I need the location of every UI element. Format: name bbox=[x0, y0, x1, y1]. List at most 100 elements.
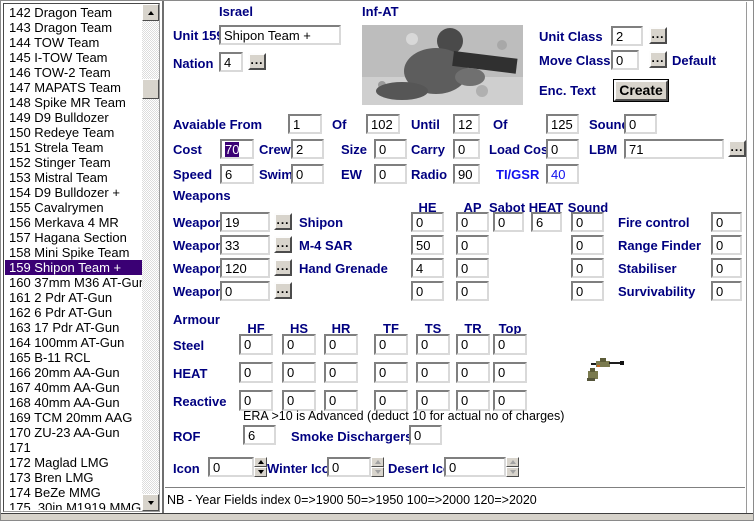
lbm-field[interactable]: 71 bbox=[624, 139, 724, 159]
winter-icon-spin-up-button[interactable] bbox=[371, 457, 384, 467]
list-item[interactable]: 148 Spike MR Team bbox=[5, 95, 142, 110]
list-item[interactable]: 170 ZU-23 AA-Gun bbox=[5, 425, 142, 440]
weapon1-he-field[interactable]: 0 bbox=[411, 212, 444, 232]
list-item[interactable]: 165 B-11 RCL bbox=[5, 350, 142, 365]
weapon2-he-field[interactable]: 50 bbox=[411, 235, 444, 255]
list-item[interactable]: 145 I-TOW Team bbox=[5, 50, 142, 65]
desert-icon-spin-up-button[interactable] bbox=[506, 457, 519, 467]
list-item[interactable]: 174 BeZe MMG bbox=[5, 485, 142, 500]
armour-reactive-hr-field[interactable]: 0 bbox=[324, 390, 358, 411]
winter-icon-spin-down-button[interactable] bbox=[371, 467, 384, 477]
weapon2-sound-field[interactable]: 0 bbox=[571, 235, 604, 255]
list-item[interactable]: 166 20mm AA-Gun bbox=[5, 365, 142, 380]
weapon2-browse-button[interactable]: ... bbox=[274, 236, 292, 253]
armour-heat-hs-field[interactable]: 0 bbox=[282, 362, 316, 383]
list-item[interactable]: 173 Bren LMG bbox=[5, 470, 142, 485]
speed-field[interactable]: 6 bbox=[220, 164, 254, 184]
list-item[interactable]: 153 Mistral Team bbox=[5, 170, 142, 185]
list-item[interactable]: 160 37mm M36 AT-Gun bbox=[5, 275, 142, 290]
icon-spinner[interactable] bbox=[254, 457, 267, 477]
weapon1-sound-field[interactable]: 0 bbox=[571, 212, 604, 232]
list-item[interactable]: 146 TOW-2 Team bbox=[5, 65, 142, 80]
smoke-dischargers-field[interactable]: 0 bbox=[409, 425, 442, 445]
survivability-field[interactable]: 0 bbox=[711, 281, 742, 301]
list-item[interactable]: 164 100mm AT-Gun bbox=[5, 335, 142, 350]
list-item[interactable]: 162 6 Pdr AT-Gun bbox=[5, 305, 142, 320]
desert-icon-spin-down-button[interactable] bbox=[506, 467, 519, 477]
move-class-browse-button[interactable]: ... bbox=[649, 51, 667, 68]
list-item[interactable]: 171 bbox=[5, 440, 142, 455]
of-second-field[interactable]: 125 bbox=[546, 114, 579, 134]
sound-field[interactable]: 0 bbox=[624, 114, 657, 134]
list-item[interactable]: 150 Redeye Team bbox=[5, 125, 142, 140]
range-finder-field[interactable]: 0 bbox=[711, 235, 742, 255]
weapon3-id-field[interactable]: 120 bbox=[220, 258, 270, 278]
armour-heat-ts-field[interactable]: 0 bbox=[416, 362, 450, 383]
swim-field[interactable]: 0 bbox=[291, 164, 324, 184]
icon-spin-up-button[interactable] bbox=[254, 457, 267, 467]
list-item[interactable]: 151 Strela Team bbox=[5, 140, 142, 155]
list-item[interactable]: 144 TOW Team bbox=[5, 35, 142, 50]
list-item[interactable]: 142 Dragon Team bbox=[5, 5, 142, 20]
nation-field[interactable]: 4 bbox=[219, 52, 243, 72]
ti-gsr-field[interactable]: 40 bbox=[546, 164, 579, 184]
ew-field[interactable]: 0 bbox=[374, 164, 407, 184]
scrollbar-thumb[interactable] bbox=[142, 79, 159, 99]
list-item[interactable]: 172 Maglad LMG bbox=[5, 455, 142, 470]
list-item[interactable]: 147 MAPATS Team bbox=[5, 80, 142, 95]
armour-steel-tf-field[interactable]: 0 bbox=[374, 334, 408, 355]
weapon4-browse-button[interactable]: ... bbox=[274, 282, 292, 299]
weapon1-browse-button[interactable]: ... bbox=[274, 213, 292, 230]
list-item[interactable]: 168 40mm AA-Gun bbox=[5, 395, 142, 410]
weapon1-id-field[interactable]: 19 bbox=[220, 212, 270, 232]
move-class-field[interactable]: 0 bbox=[611, 50, 639, 70]
unit-list-scrollbar[interactable] bbox=[142, 4, 159, 511]
armour-heat-hr-field[interactable]: 0 bbox=[324, 362, 358, 383]
until-field[interactable]: 12 bbox=[453, 114, 480, 134]
armour-heat-top-field[interactable]: 0 bbox=[493, 362, 527, 383]
icon-spin-down-button[interactable] bbox=[254, 467, 267, 477]
weapon4-id-field[interactable]: 0 bbox=[220, 281, 270, 301]
weapon2-ap-field[interactable]: 0 bbox=[456, 235, 489, 255]
list-item[interactable]: 157 Hagana Section bbox=[5, 230, 142, 245]
armour-steel-top-field[interactable]: 0 bbox=[493, 334, 527, 355]
armour-reactive-ts-field[interactable]: 0 bbox=[416, 390, 450, 411]
list-item[interactable]: 155 Cavalrymen bbox=[5, 200, 142, 215]
list-item[interactable]: 169 TCM 20mm AAG bbox=[5, 410, 142, 425]
weapon4-ap-field[interactable]: 0 bbox=[456, 281, 489, 301]
of-first-field[interactable]: 102 bbox=[366, 114, 400, 134]
weapon3-ap-field[interactable]: 0 bbox=[456, 258, 489, 278]
scrollbar-down-button[interactable] bbox=[142, 494, 159, 511]
crew-field[interactable]: 2 bbox=[291, 139, 324, 159]
armour-steel-hr-field[interactable]: 0 bbox=[324, 334, 358, 355]
rof-field[interactable]: 6 bbox=[243, 425, 276, 445]
armour-steel-hf-field[interactable]: 0 bbox=[239, 334, 273, 355]
winter-icon-field[interactable]: 0 bbox=[327, 457, 371, 477]
radio-field[interactable]: 90 bbox=[453, 164, 480, 184]
list-item[interactable]: 175 .30in M1919 MMG bbox=[5, 500, 142, 510]
list-item[interactable]: 163 17 Pdr AT-Gun bbox=[5, 320, 142, 335]
desert-icon-spinner[interactable] bbox=[506, 457, 519, 477]
scrollbar-up-button[interactable] bbox=[142, 4, 159, 21]
weapon2-id-field[interactable]: 33 bbox=[220, 235, 270, 255]
list-item[interactable]: 152 Stinger Team bbox=[5, 155, 142, 170]
size-field[interactable]: 0 bbox=[374, 139, 407, 159]
create-button[interactable]: Create bbox=[614, 80, 668, 101]
weapon3-browse-button[interactable]: ... bbox=[274, 259, 292, 276]
armour-heat-hf-field[interactable]: 0 bbox=[239, 362, 273, 383]
weapon4-sound-field[interactable]: 0 bbox=[571, 281, 604, 301]
weapon1-heat-field[interactable]: 6 bbox=[531, 212, 562, 232]
weapon1-sabot-field[interactable]: 0 bbox=[493, 212, 524, 232]
carry-field[interactable]: 0 bbox=[453, 139, 480, 159]
armour-reactive-top-field[interactable]: 0 bbox=[493, 390, 527, 411]
armour-heat-tr-field[interactable]: 0 bbox=[456, 362, 490, 383]
load-cost-field[interactable]: 0 bbox=[546, 139, 579, 159]
icon-field[interactable]: 0 bbox=[208, 457, 254, 477]
fire-control-field[interactable]: 0 bbox=[711, 212, 742, 232]
unit-class-browse-button[interactable]: ... bbox=[649, 27, 667, 44]
list-item[interactable]: 156 Merkava 4 MR bbox=[5, 215, 142, 230]
list-item[interactable]: 158 Mini Spike Team bbox=[5, 245, 142, 260]
cost-field[interactable]: 70 bbox=[220, 139, 254, 159]
list-item[interactable]: 159 Shipon Team + bbox=[5, 260, 142, 275]
unit-name-field[interactable]: Shipon Team + bbox=[219, 25, 341, 45]
